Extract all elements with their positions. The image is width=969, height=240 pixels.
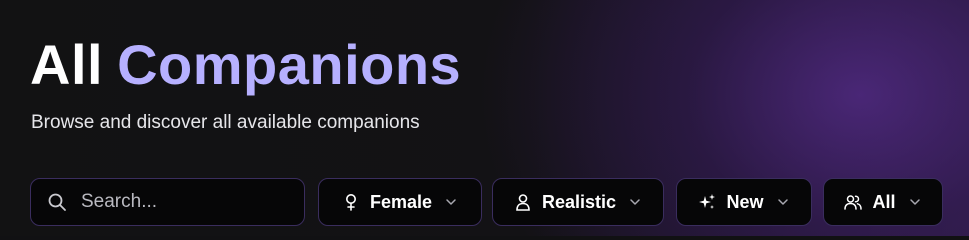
search-input[interactable] xyxy=(81,191,304,213)
filter-gender-button[interactable]: Female xyxy=(318,178,482,226)
page-title-part1: All xyxy=(30,33,104,96)
filter-sort-button[interactable]: New xyxy=(676,178,812,226)
chevron-down-icon xyxy=(628,195,642,209)
filter-group-button[interactable]: All xyxy=(823,178,943,226)
chevron-down-icon xyxy=(444,195,458,209)
search-box[interactable] xyxy=(30,178,305,226)
chevron-down-icon xyxy=(908,195,922,209)
chevron-down-icon xyxy=(776,195,790,209)
sparkles-icon xyxy=(698,193,716,211)
search-icon xyxy=(47,192,67,212)
filter-style-label: Realistic xyxy=(541,191,617,212)
female-icon xyxy=(342,193,360,211)
filter-sort-label: New xyxy=(726,191,764,212)
page-title: All Companions xyxy=(30,30,461,100)
filter-gender-label: Female xyxy=(369,191,433,212)
users-icon xyxy=(844,193,863,211)
page-subtitle: Browse and discover all available compan… xyxy=(31,112,420,133)
filter-style-button[interactable]: Realistic xyxy=(492,178,664,226)
filter-group-label: All xyxy=(872,191,896,212)
page-title-part2: Companions xyxy=(117,33,462,96)
person-icon xyxy=(514,193,532,211)
